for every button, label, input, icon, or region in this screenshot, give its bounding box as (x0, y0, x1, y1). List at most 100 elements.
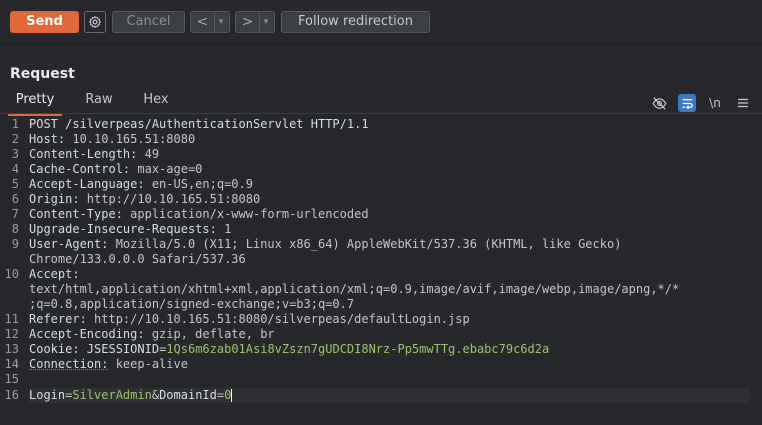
menu-icon (738, 98, 748, 108)
eye-off-icon (652, 96, 666, 110)
toolbar-divider (0, 44, 762, 45)
line-number: 1 (11, 117, 19, 131)
header-value: en-US,en;q=0.9 (144, 177, 253, 191)
panel-menu-button[interactable] (734, 94, 752, 112)
toolbar: Send Cancel < ▾ > ▾ Follow redirection (0, 0, 762, 44)
line-number: 12 (4, 327, 19, 341)
tab-raw[interactable]: Raw (78, 92, 120, 114)
header-value: http://10.10.165.51:8080/silverpeas/defa… (86, 312, 470, 326)
newline-label: \n (709, 96, 721, 110)
editor-tools: \n (650, 92, 752, 114)
request-tabs: Pretty Raw Hex \n (0, 92, 762, 116)
header-name: Origin: (29, 192, 80, 206)
code-line: 16 Login=SilverAdmin&DomainId=0 (0, 388, 762, 403)
header-value-continuation: Chrome/133.0.0.0 Safari/537.36 (29, 252, 246, 266)
line-number: 6 (11, 192, 19, 206)
line-number: 15 (4, 372, 19, 386)
header-value: keep-alive (108, 357, 188, 371)
header-name: Content-Length: (29, 147, 138, 161)
cancel-button[interactable]: Cancel (112, 11, 185, 33)
body-param-value: SilverAdmin (72, 388, 152, 402)
request-editor[interactable]: 1 POST /silverpeas/AuthenticationServlet… (0, 117, 762, 417)
code-line: 7 Content-Type: application/x-www-form-u… (0, 207, 762, 222)
text-cursor (231, 389, 233, 402)
hide-nonprintable-button[interactable] (650, 94, 668, 112)
line-number: 7 (11, 207, 19, 221)
header-value-continuation: ;q=0.8,application/signed-exchange;v=b3;… (29, 297, 355, 311)
body-param-name: DomainId (159, 388, 217, 402)
header-value: Mozilla/5.0 (X11; Linux x86_64) AppleWeb… (108, 237, 622, 251)
code-line: 6 Origin: http://10.10.165.51:8080 (0, 192, 762, 207)
header-name: Connection: (29, 357, 109, 371)
send-button[interactable]: Send (10, 11, 79, 33)
word-wrap-icon (682, 98, 693, 109)
header-value: 10.10.165.51:8080 (65, 132, 196, 146)
header-value: text/html,application/xhtml+xml,applicat… (29, 282, 680, 296)
line-number: 4 (11, 162, 19, 176)
header-name: Content-Type: (29, 207, 123, 221)
back-history-dropdown[interactable]: ▾ (214, 12, 227, 32)
line-number: 10 (4, 267, 19, 281)
line-number: 14 (4, 357, 19, 371)
show-newlines-button[interactable]: \n (706, 94, 724, 112)
gear-icon (88, 15, 102, 29)
cookie-value: 1Qs6m6zab01Asi8vZszn7gUDCDI8Nrz-Pp5mwTTg… (166, 342, 550, 356)
tab-hex[interactable]: Hex (136, 92, 176, 114)
body-ampersand: & (151, 388, 160, 402)
header-value: gzip, deflate, br (144, 327, 275, 341)
header-name: Accept-Encoding: (29, 327, 145, 341)
header-name: User-Agent: (29, 237, 109, 251)
chevron-down-icon: ▾ (263, 17, 269, 27)
request-line: POST /silverpeas/AuthenticationServlet H… (29, 117, 369, 131)
code-line: 2 Host: 10.10.165.51:8080 (0, 132, 762, 147)
code-line: 8 Upgrade-Insecure-Requests: 1 (0, 222, 762, 237)
body-param-name: Login (29, 388, 66, 402)
header-name: Cookie: (29, 342, 80, 356)
code-line: 9 User-Agent: Mozilla/5.0 (X11; Linux x8… (0, 237, 762, 267)
chevron-right-icon: > (241, 14, 254, 30)
line-number: 11 (4, 312, 19, 326)
header-value: 49 (137, 147, 160, 161)
line-number: 8 (11, 222, 19, 236)
code-line: 14 Connection: keep-alive (0, 357, 762, 372)
header-value: max-age=0 (130, 162, 203, 176)
code-line: 10 Accept: text/html,application/xhtml+x… (0, 267, 762, 312)
header-name: Accept: (29, 267, 80, 281)
forward-nav-group: > ▾ (235, 11, 275, 33)
body-param-value: 0 (224, 388, 232, 402)
line-number: 9 (11, 237, 19, 251)
line-number: 5 (11, 177, 19, 191)
code-line: 3 Content-Length: 49 (0, 147, 762, 162)
code-line: 1 POST /silverpeas/AuthenticationServlet… (0, 117, 762, 132)
back-nav-group: < ▾ (190, 11, 230, 33)
line-number: 3 (11, 147, 19, 161)
follow-redirection-button[interactable]: Follow redirection (281, 11, 430, 33)
code-line: 15 (0, 372, 762, 387)
line-number: 16 (4, 388, 19, 402)
header-name: Cache-Control: (29, 162, 131, 176)
code-line: 11 Referer: http://10.10.165.51:8080/sil… (0, 312, 762, 327)
code-line: 12 Accept-Encoding: gzip, deflate, br (0, 327, 762, 342)
header-name: Host: (29, 132, 66, 146)
header-value: http://10.10.165.51:8080 (79, 192, 261, 206)
header-value: application/x-www-form-urlencoded (122, 207, 369, 221)
panel-title: Request (10, 66, 75, 82)
code-line: 13 Cookie: JSESSIONID=1Qs6m6zab01Asi8vZs… (0, 342, 762, 357)
header-name: Upgrade-Insecure-Requests: (29, 222, 217, 236)
line-number: 13 (4, 342, 19, 356)
header-name: Accept-Language: (29, 177, 145, 191)
chevron-left-icon: < (196, 14, 209, 30)
cookie-name: JSESSIONID (79, 342, 160, 356)
back-button[interactable]: < (191, 12, 214, 32)
chevron-down-icon: ▾ (218, 17, 224, 27)
line-number: 2 (11, 132, 19, 146)
header-name: Referer: (29, 312, 87, 326)
forward-button[interactable]: > (236, 12, 259, 32)
header-value: 1 (216, 222, 232, 236)
forward-history-dropdown[interactable]: ▾ (259, 12, 272, 32)
tabs-divider (0, 113, 762, 114)
code-line: 5 Accept-Language: en-US,en;q=0.9 (0, 177, 762, 192)
word-wrap-toggle[interactable] (678, 94, 696, 112)
code-line: 4 Cache-Control: max-age=0 (0, 162, 762, 177)
settings-button[interactable] (84, 11, 106, 33)
